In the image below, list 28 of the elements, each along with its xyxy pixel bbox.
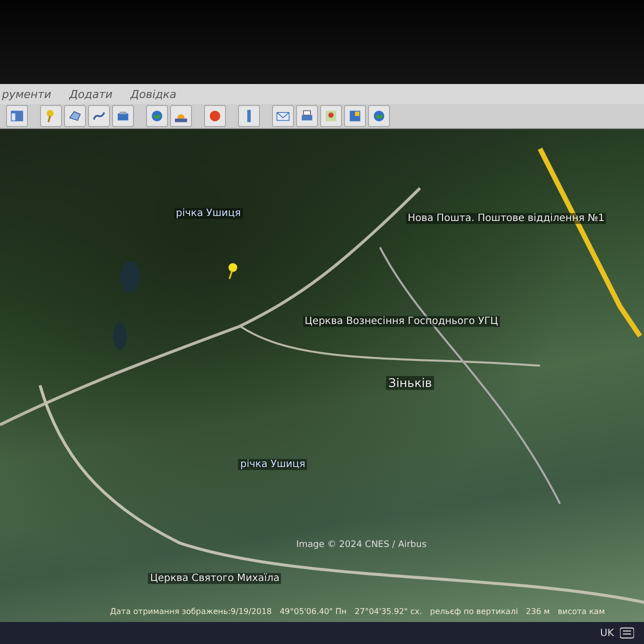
path-icon[interactable] [88, 105, 110, 127]
planet-icon[interactable] [204, 105, 226, 127]
sidebar-icon[interactable] [6, 105, 28, 127]
eye-altitude-label: висота кам [558, 607, 605, 616]
map-label[interactable]: річка Ушиця [238, 459, 308, 470]
globe-icon[interactable] [146, 105, 168, 127]
language-indicator[interactable]: UK [600, 628, 614, 638]
map-label[interactable]: Нова Пошта. Поштове відділення №1 [406, 212, 606, 224]
map-label[interactable]: Зіньків [386, 376, 434, 390]
elevation-value: 236 м [526, 607, 550, 616]
menu-item[interactable]: рументи [0, 88, 54, 100]
envelope-icon[interactable] [272, 105, 294, 127]
map-label[interactable]: Церква Святого Михаїла [148, 572, 282, 584]
map-label[interactable]: річка Ушиця [174, 208, 243, 219]
imagery-attribution: Image © 2024 CNES / Airbus [296, 540, 427, 550]
overlay-icon[interactable] [112, 105, 134, 127]
polygon-icon[interactable] [64, 105, 86, 127]
longitude: 27°04'35.92" сх. [354, 607, 422, 616]
keyboard-icon[interactable] [620, 627, 634, 639]
imagery-date: Дата отримання зображень:9/19/2018 [110, 607, 272, 616]
map-label[interactable]: Церква Вознесіння Господнього УГЦ [302, 316, 500, 328]
printer-icon[interactable] [296, 105, 318, 127]
elevation-label: рельєф по вертикалі [430, 607, 518, 616]
menu-item[interactable]: Довідка [128, 88, 178, 100]
latitude: 49°05'06.40" Пн [280, 607, 347, 616]
globe-icon[interactable] [368, 105, 390, 127]
sunrise-icon[interactable] [170, 105, 192, 127]
menu-item[interactable]: Додати [67, 88, 115, 100]
